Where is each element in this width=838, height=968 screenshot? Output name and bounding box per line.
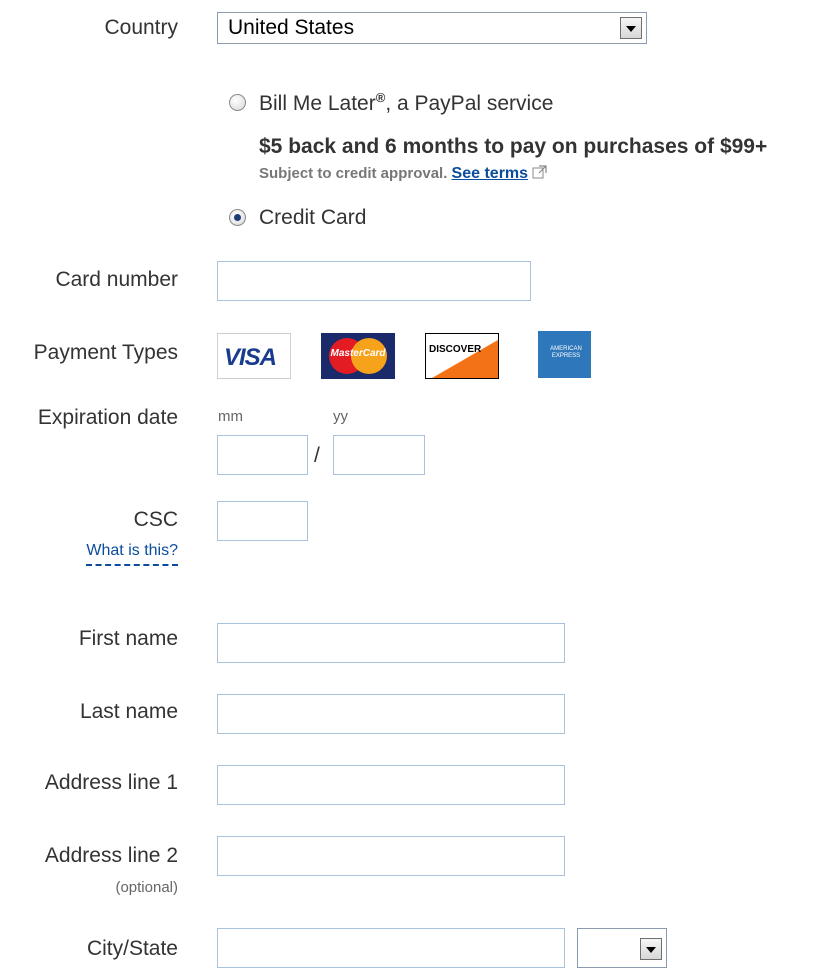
bill-me-later-name: Bill Me Later: [259, 92, 376, 115]
registered-mark: ®: [375, 90, 386, 105]
first-name-label: First name: [78, 627, 178, 650]
amex-card-icon: AMERICAN EXPRESS: [535, 331, 591, 378]
mastercard-card-icon: MasterCard: [321, 333, 395, 379]
expiration-label: Expiration date: [37, 406, 178, 429]
discover-card-icon: DISCOVER: [425, 333, 499, 379]
credit-approval-note: Subject to credit approval. See terms: [259, 165, 548, 183]
expiration-month-input[interactable]: [217, 435, 308, 475]
mm-hint: mm: [218, 408, 243, 425]
chevron-down-icon[interactable]: [620, 17, 642, 39]
csc-input[interactable]: [217, 501, 308, 541]
country-label: Country: [104, 16, 178, 39]
bill-me-later-radio[interactable]: [229, 94, 246, 111]
bill-me-later-suffix: , a PayPal service: [385, 92, 554, 115]
csc-help-link[interactable]: What is this?: [86, 542, 178, 566]
yy-hint: yy: [333, 408, 348, 425]
chevron-down-icon[interactable]: [640, 938, 662, 960]
address-line-2-optional-note: (optional): [115, 879, 178, 896]
country-select[interactable]: United States: [217, 12, 647, 44]
external-link-icon: [532, 165, 547, 179]
visa-card-text: VISA: [224, 344, 277, 371]
bill-me-later-promo: $5 back and 6 months to pay on purchases…: [259, 135, 768, 158]
visa-card-icon: VISA: [217, 333, 291, 379]
state-select[interactable]: [577, 928, 667, 968]
address-line-2-input[interactable]: [217, 836, 565, 876]
csc-label: CSC: [133, 508, 178, 531]
amex-card-text: AMERICAN EXPRESS: [550, 346, 582, 359]
country-select-value: United States: [228, 16, 355, 39]
credit-card-radio[interactable]: [229, 209, 246, 226]
payment-types-label: Payment Types: [33, 341, 178, 364]
subject-text: Subject to credit approval.: [259, 165, 448, 182]
city-state-label: City/State: [86, 937, 178, 960]
last-name-label: Last name: [79, 700, 178, 723]
card-number-label: Card number: [55, 268, 178, 291]
address-line-1-label: Address line 1: [44, 771, 178, 794]
first-name-input[interactable]: [217, 623, 565, 663]
last-name-input[interactable]: [217, 694, 565, 734]
card-number-input[interactable]: [217, 261, 531, 301]
bill-me-later-label: Bill Me Later®, a PayPal service: [259, 90, 553, 116]
address-line-2-label: Address line 2: [44, 844, 178, 867]
expiration-separator: /: [314, 444, 320, 467]
address-line-1-input[interactable]: [217, 765, 565, 805]
mastercard-card-text: MasterCard: [330, 348, 386, 359]
discover-card-text: DISCOVER: [429, 344, 482, 355]
expiration-year-input[interactable]: [333, 435, 425, 475]
see-terms-link[interactable]: See terms: [452, 165, 529, 182]
city-input[interactable]: [217, 928, 565, 968]
credit-card-label: Credit Card: [259, 206, 367, 229]
